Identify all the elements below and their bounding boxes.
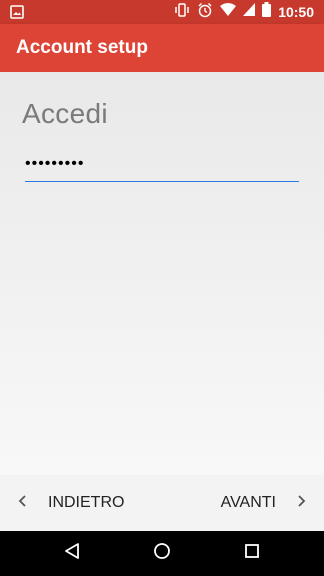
chevron-left-icon xyxy=(18,494,28,513)
next-button[interactable]: AVANTI xyxy=(221,475,324,531)
app-bar: Account setup xyxy=(0,24,324,72)
app-title: Account setup xyxy=(16,37,148,58)
alarm-icon xyxy=(197,2,213,23)
password-field[interactable] xyxy=(25,149,299,182)
nav-recents-button[interactable] xyxy=(222,531,282,576)
image-notification-icon xyxy=(10,5,24,24)
login-form: Accedi xyxy=(0,72,324,475)
wifi-icon xyxy=(220,3,237,21)
signal-icon xyxy=(243,3,256,21)
back-button[interactable]: INDIETRO xyxy=(0,475,124,531)
battery-icon xyxy=(262,2,272,22)
nav-home-button[interactable] xyxy=(132,531,192,576)
page-heading: Accedi xyxy=(22,98,108,129)
recents-square-icon xyxy=(244,543,260,564)
system-navigation-bar xyxy=(0,531,324,576)
status-bar: 10:50 xyxy=(0,0,324,24)
setup-navigation-footer: INDIETRO AVANTI xyxy=(0,475,324,531)
back-triangle-icon xyxy=(63,542,81,565)
nav-back-button[interactable] xyxy=(42,531,102,576)
chevron-right-icon xyxy=(296,494,306,513)
back-button-label: INDIETRO xyxy=(48,494,125,511)
home-circle-icon xyxy=(153,542,171,565)
vibrate-icon xyxy=(174,2,190,22)
next-button-label: AVANTI xyxy=(220,494,276,511)
clock-time: 10:50 xyxy=(278,4,314,20)
